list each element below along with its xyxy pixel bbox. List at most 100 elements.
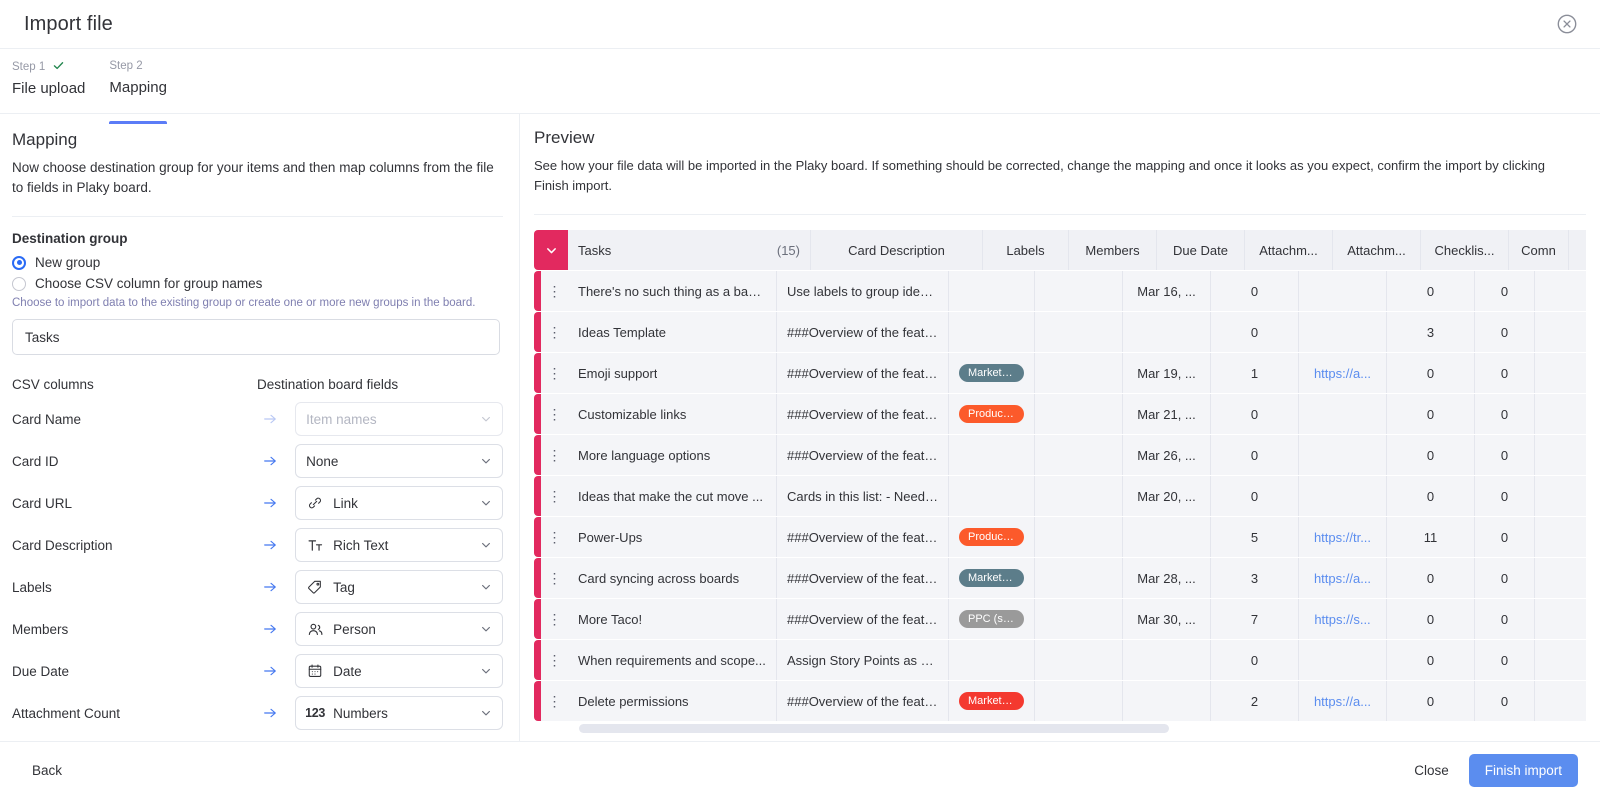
table-row[interactable]: ⋮ Customizable links ###Overview of the fe… [534, 394, 1600, 434]
table-row[interactable]: ⋮ Delete permissions ###Overview of the fe… [534, 681, 1600, 721]
dialog-body: Mapping Now choose destination group for… [0, 114, 1600, 741]
radio-new-group[interactable]: New group [12, 255, 503, 270]
table-row[interactable]: ⋮ Ideas Template ###Overview of the featu.… [534, 312, 1600, 352]
chevron-down-icon[interactable] [480, 581, 492, 593]
row-menu-icon[interactable]: ⋮ [541, 681, 568, 721]
arrow-right-icon [262, 663, 295, 679]
cell-checklist: 3 [1387, 312, 1475, 352]
cell-attachment-link[interactable]: https://a... [1299, 353, 1387, 393]
cell-comments: 0 [1475, 476, 1535, 516]
cell-comments-text: 0 [1500, 529, 1509, 545]
cell-labels: PPC (sky),... [949, 599, 1035, 639]
chevron-down-icon[interactable] [480, 455, 492, 467]
row-menu-icon[interactable]: ⋮ [541, 271, 568, 311]
row-menu-icon[interactable]: ⋮ [541, 312, 568, 352]
table-row[interactable]: ⋮ Power-Ups ###Overview of the featu... Pro… [534, 517, 1600, 557]
chevron-down-icon[interactable] [480, 413, 492, 425]
row-group-color-bar [534, 558, 541, 598]
group-name-input[interactable]: Tasks [12, 319, 500, 355]
row-menu-icon[interactable]: ⋮ [541, 599, 568, 639]
label-chip: Marketing... [959, 569, 1024, 587]
table-row[interactable]: ⋮ When requirements and scope... Assign St… [534, 640, 1600, 680]
cell-attachment-link [1299, 435, 1387, 475]
row-menu-icon[interactable]: ⋮ [541, 640, 568, 680]
cell-task-name: Delete permissions [568, 681, 777, 721]
label-chip: Marketing... [959, 364, 1024, 382]
cell-attachment-link[interactable]: https://a... [1299, 558, 1387, 598]
table-row[interactable]: ⋮ Ideas that make the cut move ... Cards i… [534, 476, 1600, 516]
row-group-color-bar [534, 271, 541, 311]
chevron-down-icon[interactable] [480, 539, 492, 551]
cell-members [1035, 599, 1123, 639]
destination-field-select[interactable]: Date [295, 654, 503, 688]
table-row[interactable]: ⋮ Card syncing across boards ###Overview o… [534, 558, 1600, 598]
cell-attachment-link[interactable]: https://tr... [1299, 517, 1387, 557]
cell-attachment-count: 0 [1211, 640, 1299, 680]
destination-field-select[interactable]: Rich Text [295, 528, 503, 562]
chevron-down-icon[interactable] [480, 497, 492, 509]
cell-attachment-link[interactable]: https://a... [1299, 681, 1387, 721]
cell-comments-text: 0 [1500, 693, 1509, 709]
cell-task-name: Ideas that make the cut move ... [568, 476, 777, 516]
destination-field-select[interactable]: None [295, 444, 503, 478]
cell-checklist: 0 [1387, 681, 1475, 721]
column-header-comments[interactable]: Comn [1509, 230, 1569, 270]
csv-column-name: Due Date [12, 663, 70, 679]
destination-field-select[interactable]: Item names [295, 402, 503, 436]
arrow-right-icon [262, 537, 295, 553]
table-row[interactable]: ⋮ Emoji support ###Overview of the featu..… [534, 353, 1600, 393]
chevron-down-icon[interactable] [480, 623, 492, 635]
destination-field-select[interactable]: Person [295, 612, 503, 646]
finish-import-button[interactable]: Finish import [1468, 753, 1578, 787]
column-header-labels[interactable]: Labels [983, 230, 1069, 270]
column-header-due-date[interactable]: Due Date [1157, 230, 1245, 270]
chevron-down-icon[interactable] [480, 665, 492, 677]
column-header-tasks[interactable]: Tasks (15) [568, 230, 811, 270]
cell-checklist-text: 0 [1426, 693, 1435, 709]
radio-new-group-input[interactable] [12, 255, 26, 270]
row-group-color-bar [534, 599, 541, 639]
mapping-columns-header: CSV columns Destination board fields [12, 377, 503, 392]
table-row[interactable]: ⋮ More Taco! ###Overview of the featu... PP… [534, 599, 1600, 639]
destination-field-select[interactable]: 123 Numbers [295, 696, 503, 730]
close-button[interactable]: Close [1404, 756, 1459, 785]
destination-field-select[interactable]: Tag [295, 570, 503, 604]
row-menu-icon[interactable]: ⋮ [541, 435, 568, 475]
cell-comments-text: 0 [1500, 406, 1509, 422]
radio-csv-column-input[interactable] [12, 276, 26, 291]
arrow-right-icon [262, 495, 295, 511]
table-row[interactable]: ⋮ There's no such thing as a bad... Use la… [534, 271, 1600, 311]
chevron-down-icon[interactable] [480, 707, 492, 719]
cell-comments: 0 [1475, 599, 1535, 639]
column-header-checklist[interactable]: Checklis... [1421, 230, 1509, 270]
cell-comments-text: 0 [1500, 611, 1509, 627]
horizontal-scrollbar[interactable] [579, 724, 1169, 733]
cell-due-date [1123, 681, 1211, 721]
column-header-card-description[interactable]: Card Description [811, 230, 983, 270]
row-menu-icon[interactable]: ⋮ [541, 558, 568, 598]
column-header-members[interactable]: Members [1069, 230, 1157, 270]
column-header-attachment-links[interactable]: Attachm... [1333, 230, 1421, 270]
cell-attachment-count-text: 0 [1250, 324, 1259, 340]
csv-column-name: Members [12, 621, 69, 637]
table-row[interactable]: ⋮ More language options ###Overview of the… [534, 435, 1600, 475]
row-menu-icon[interactable]: ⋮ [541, 517, 568, 557]
step-file-upload[interactable]: Step 1 File upload [12, 59, 97, 114]
row-menu-icon[interactable]: ⋮ [541, 476, 568, 516]
cell-labels: Marketing... [949, 558, 1035, 598]
radio-csv-column-group[interactable]: Choose CSV column for group names [12, 276, 503, 291]
destination-field-select[interactable]: Link [295, 486, 503, 520]
row-menu-icon[interactable]: ⋮ [541, 353, 568, 393]
back-button[interactable]: Back [22, 756, 72, 785]
column-header-attachment-count[interactable]: Attachm... [1245, 230, 1333, 270]
csv-column-name: Attachment Count [12, 705, 121, 721]
group-collapse-button[interactable] [534, 230, 568, 270]
step-mapping[interactable]: Step 2 Mapping [109, 59, 179, 124]
row-menu-icon[interactable]: ⋮ [541, 394, 568, 434]
group-name: Tasks [578, 242, 612, 258]
cell-task-name-text: More language options [578, 447, 711, 463]
close-icon[interactable] [1556, 13, 1578, 35]
cell-attachment-count-text: 3 [1250, 570, 1259, 586]
cell-due-date-text: Mar 19, ... [1137, 365, 1196, 381]
cell-attachment-link[interactable]: https://s... [1299, 599, 1387, 639]
